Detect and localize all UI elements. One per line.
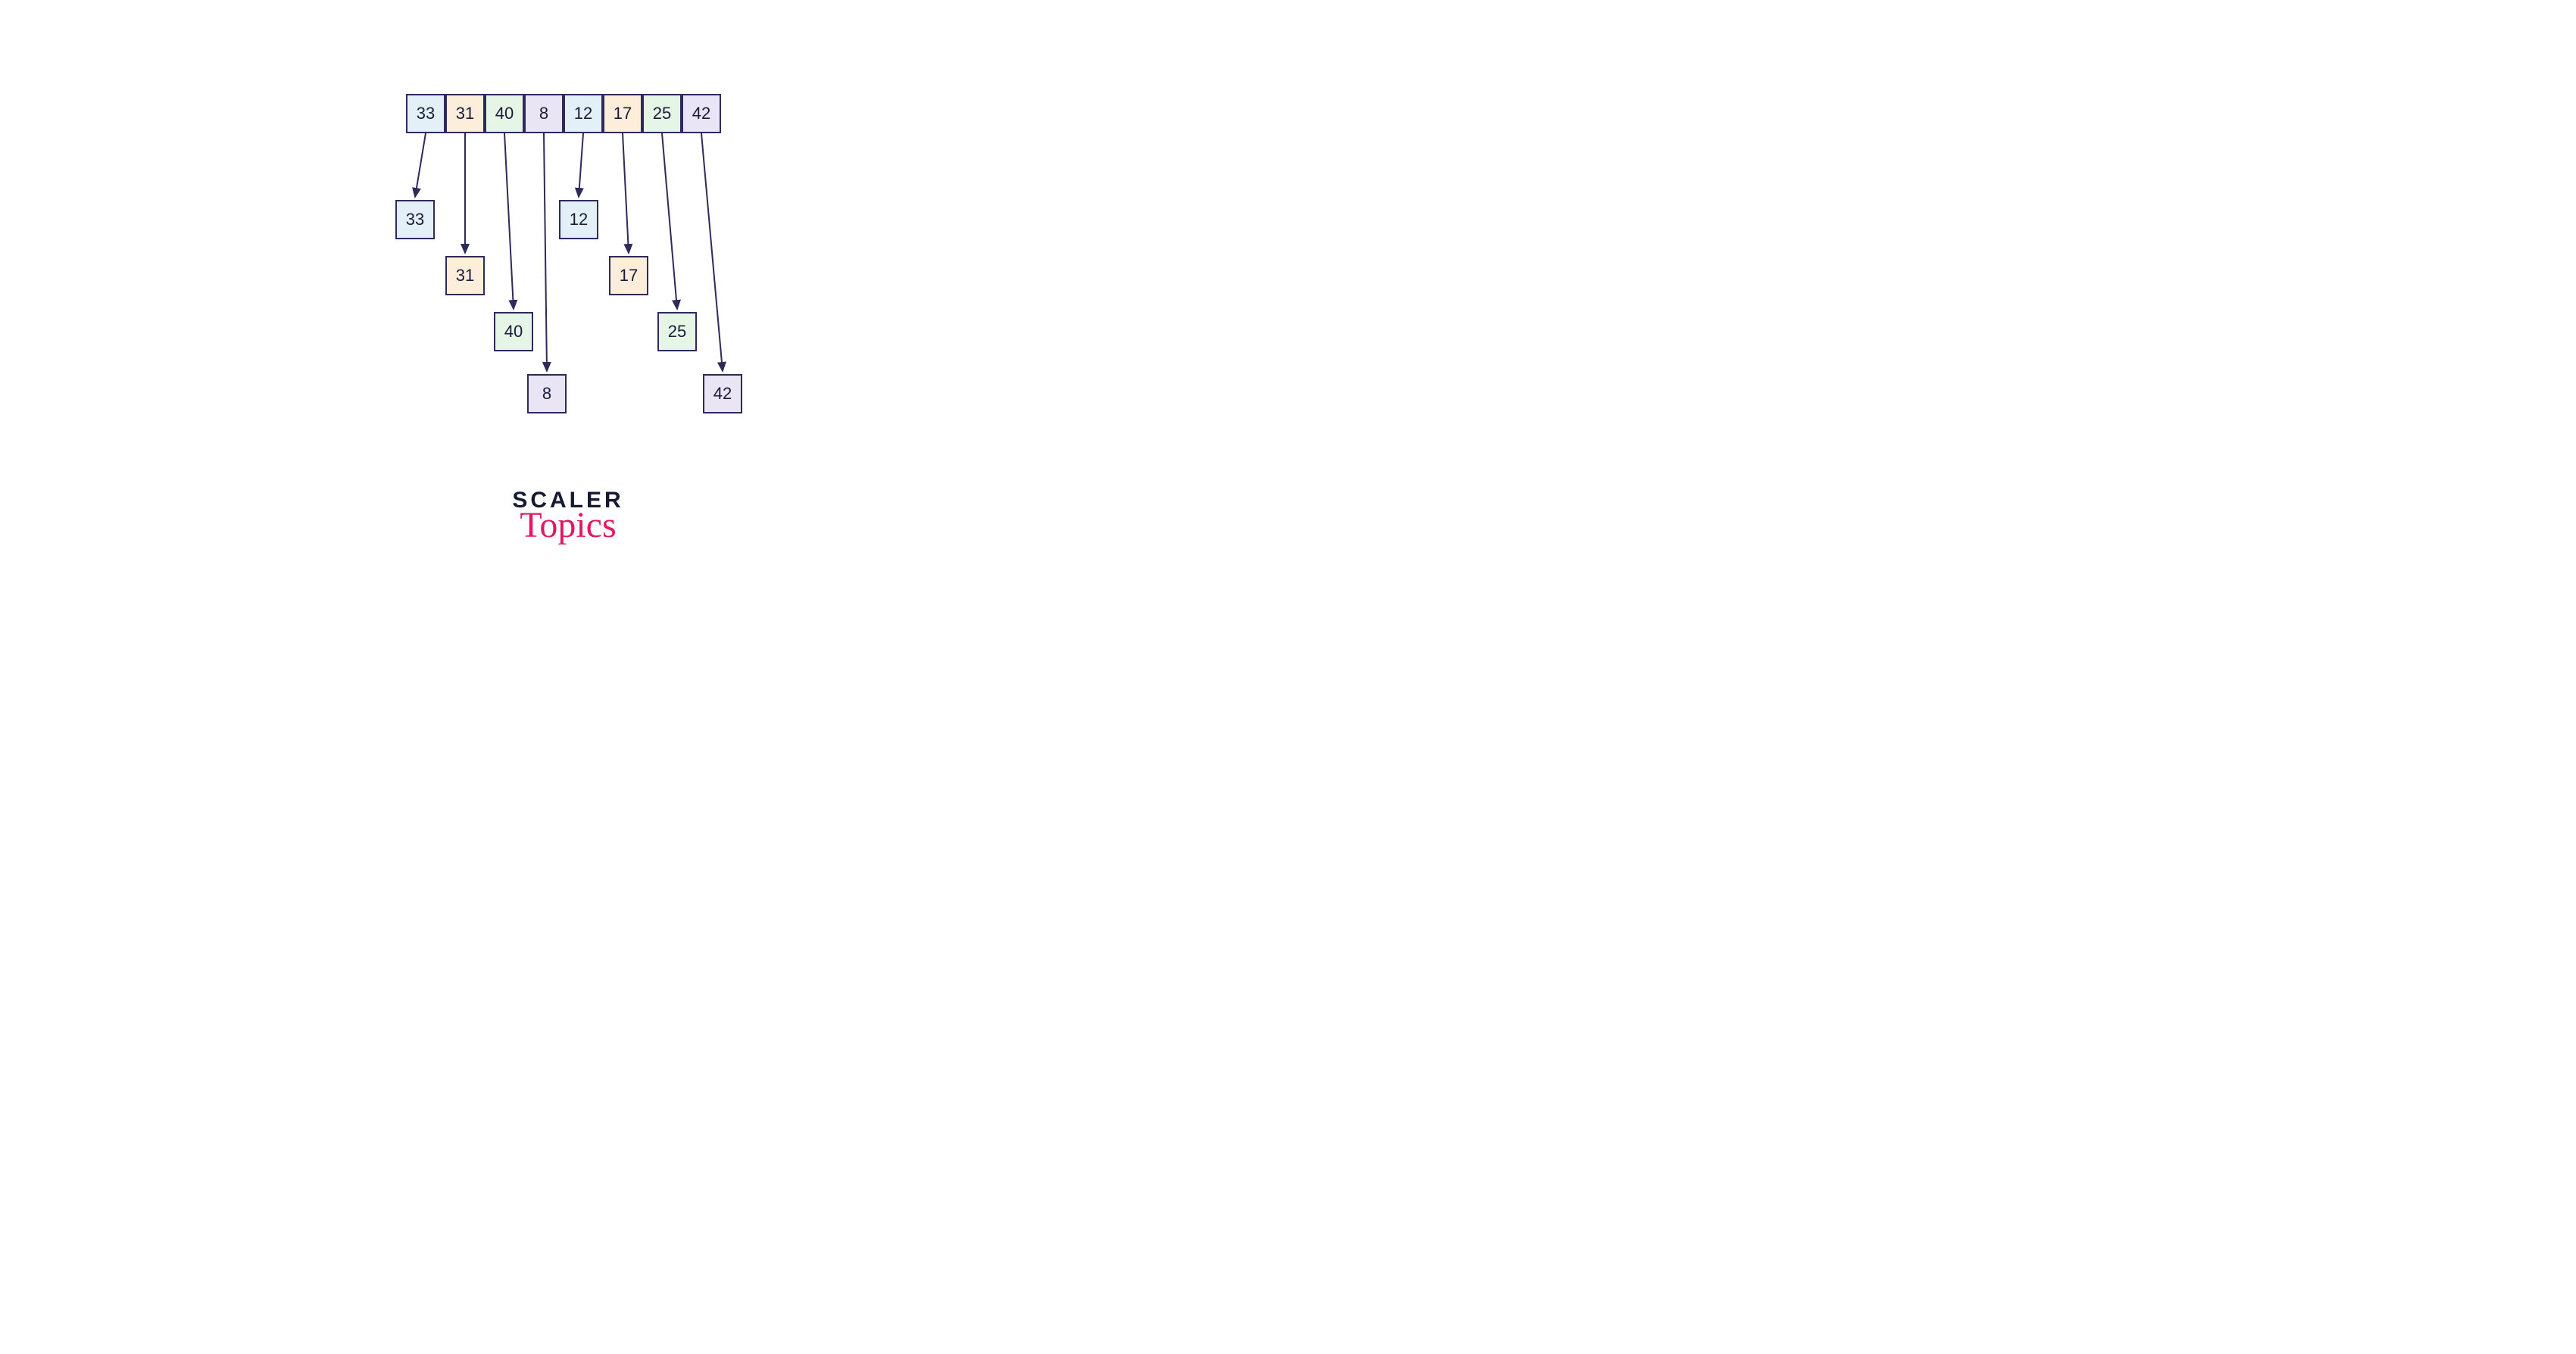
- split-cell-7: 42: [703, 374, 742, 413]
- array-cell-7: 42: [682, 94, 721, 133]
- split-cell-2: 40: [494, 312, 533, 351]
- array-cell-4: 12: [564, 94, 603, 133]
- array-cell-6: 25: [642, 94, 682, 133]
- scaler-topics-logo: SCALER Topics: [512, 489, 623, 544]
- logo-line2: Topics: [512, 507, 623, 544]
- split-cell-1: 31: [445, 256, 485, 295]
- diagram-container: 33 31 40 8 12 17 25 42 33 31 40 8 12 17 …: [0, 0, 1136, 597]
- array-cell-1: 31: [445, 94, 485, 133]
- array-cell-2: 40: [485, 94, 524, 133]
- array-cell-0: 33: [406, 94, 445, 133]
- array-cell-3: 8: [524, 94, 564, 133]
- split-cell-5: 17: [609, 256, 648, 295]
- split-cell-0: 33: [395, 200, 435, 239]
- split-cell-6: 25: [657, 312, 697, 351]
- array-cell-5: 17: [603, 94, 642, 133]
- split-cell-4: 12: [559, 200, 598, 239]
- split-cell-3: 8: [527, 374, 567, 413]
